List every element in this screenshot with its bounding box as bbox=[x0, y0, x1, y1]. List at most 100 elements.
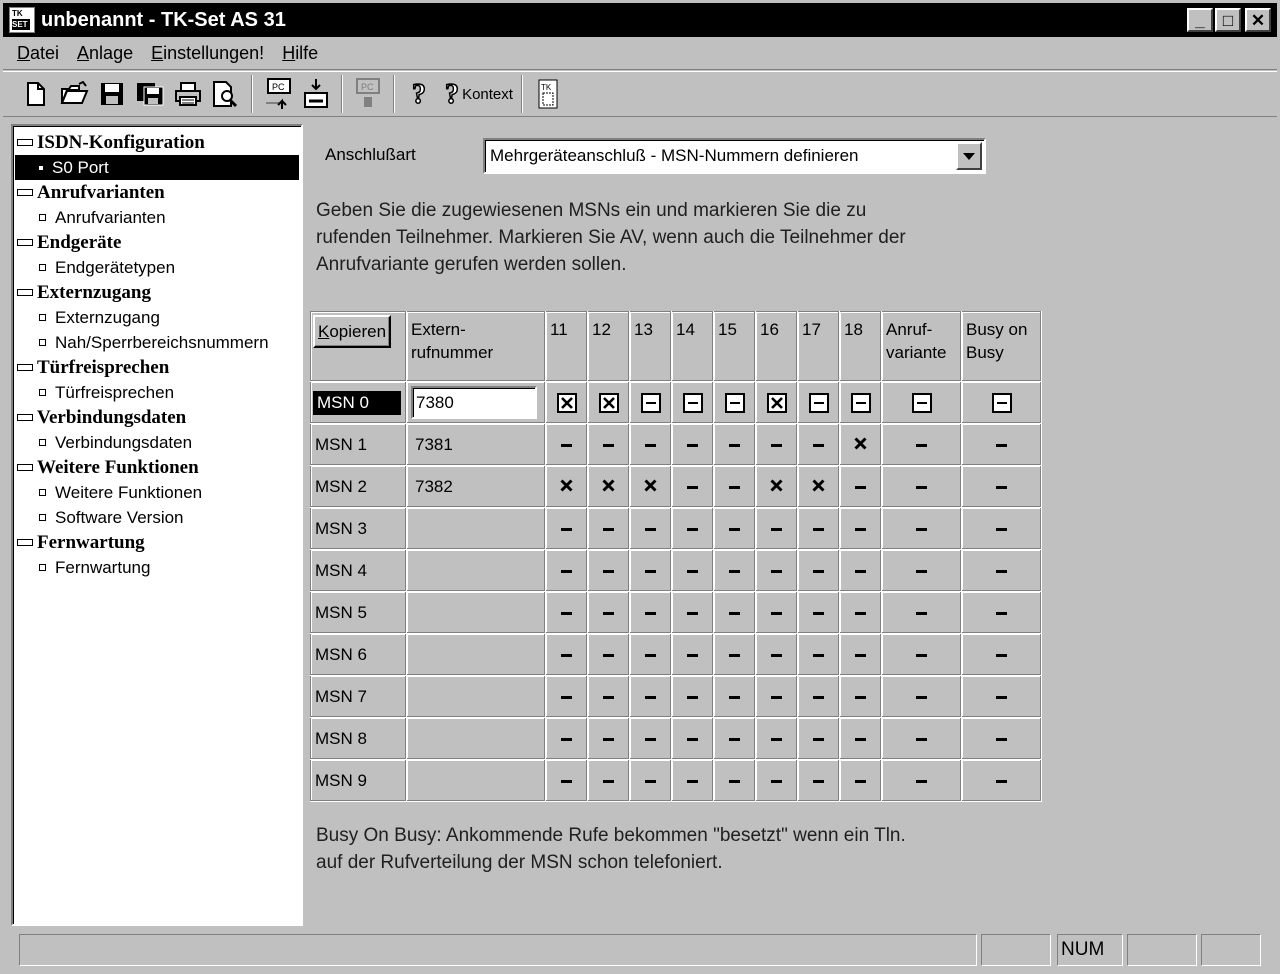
dash-mark-icon[interactable] bbox=[561, 443, 572, 447]
help-icon[interactable]: ? bbox=[401, 77, 439, 111]
dash-mark-icon[interactable] bbox=[729, 527, 740, 531]
participant-cell[interactable] bbox=[671, 675, 714, 718]
anrufvariante-cell[interactable] bbox=[881, 549, 962, 592]
dash-mark-icon[interactable] bbox=[771, 695, 782, 699]
participant-cell[interactable] bbox=[839, 717, 882, 760]
participant-cell[interactable] bbox=[713, 465, 756, 508]
participant-cell[interactable] bbox=[545, 507, 588, 550]
dash-mark-icon[interactable] bbox=[916, 611, 927, 615]
about-icon[interactable]: TK bbox=[529, 77, 567, 111]
participant-cell[interactable] bbox=[629, 465, 672, 508]
msn-cell[interactable]: MSN 3 bbox=[310, 507, 407, 550]
participant-cell[interactable] bbox=[713, 717, 756, 760]
participant-cell[interactable] bbox=[755, 675, 798, 718]
busy-on-busy-cell[interactable] bbox=[961, 465, 1042, 508]
print-icon[interactable] bbox=[169, 77, 207, 111]
dash-mark-icon[interactable] bbox=[645, 653, 656, 657]
tree-item[interactable]: Software Version bbox=[13, 505, 301, 530]
participant-cell[interactable] bbox=[587, 549, 630, 592]
participant-cell[interactable] bbox=[671, 591, 714, 634]
participant-cell[interactable] bbox=[755, 381, 798, 424]
collapse-icon[interactable] bbox=[17, 289, 33, 296]
participant-cell[interactable] bbox=[797, 507, 840, 550]
dash-mark-icon[interactable] bbox=[603, 569, 614, 573]
participant-cell[interactable] bbox=[545, 675, 588, 718]
dash-mark-icon[interactable] bbox=[916, 443, 927, 447]
dash-mark-icon[interactable] bbox=[916, 653, 927, 657]
kopieren-button[interactable]: Kopieren bbox=[313, 315, 392, 348]
dash-mark-icon[interactable] bbox=[813, 653, 824, 657]
busy-on-busy-cell[interactable] bbox=[961, 759, 1042, 802]
anrufvariante-cell[interactable] bbox=[881, 423, 962, 466]
participant-cell[interactable] bbox=[545, 591, 588, 634]
participant-cell[interactable] bbox=[587, 717, 630, 760]
tree-group[interactable]: Anrufvarianten bbox=[13, 180, 301, 205]
collapse-icon[interactable] bbox=[17, 364, 33, 371]
anrufvariante-cell[interactable] bbox=[881, 675, 962, 718]
dash-mark-icon[interactable] bbox=[561, 695, 572, 699]
participant-cell[interactable] bbox=[587, 465, 630, 508]
cross-mark-icon[interactable] bbox=[602, 477, 615, 497]
participant-cell[interactable] bbox=[587, 759, 630, 802]
participant-cell[interactable] bbox=[671, 633, 714, 676]
participant-cell[interactable] bbox=[587, 423, 630, 466]
participant-cell[interactable] bbox=[545, 465, 588, 508]
dash-mark-icon[interactable] bbox=[729, 443, 740, 447]
participant-cell[interactable] bbox=[797, 591, 840, 634]
dash-mark-icon[interactable] bbox=[916, 569, 927, 573]
participant-cell[interactable] bbox=[629, 717, 672, 760]
dash-mark-icon[interactable] bbox=[561, 527, 572, 531]
extern-number-input[interactable]: 7380 bbox=[411, 386, 537, 419]
tree-item[interactable]: Anrufvarianten bbox=[13, 205, 301, 230]
participant-cell[interactable] bbox=[797, 717, 840, 760]
dash-mark-icon[interactable] bbox=[645, 695, 656, 699]
participant-cell[interactable] bbox=[839, 675, 882, 718]
participant-cell[interactable] bbox=[839, 507, 882, 550]
participant-cell[interactable] bbox=[671, 759, 714, 802]
participant-cell[interactable] bbox=[713, 381, 756, 424]
participant-cell[interactable] bbox=[713, 633, 756, 676]
dash-mark-icon[interactable] bbox=[687, 737, 698, 741]
anschluss-select[interactable]: Mehrgeräteanschluß - MSN-Nummern definie… bbox=[483, 138, 986, 174]
dash-mark-icon[interactable] bbox=[729, 779, 740, 783]
dash-mark-icon[interactable] bbox=[687, 569, 698, 573]
collapse-icon[interactable] bbox=[17, 189, 33, 196]
anrufvariante-cell[interactable] bbox=[881, 381, 962, 424]
dash-mark-icon[interactable] bbox=[645, 569, 656, 573]
busy-on-busy-cell[interactable] bbox=[961, 549, 1042, 592]
dash-mark-icon[interactable] bbox=[813, 779, 824, 783]
dash-mark-icon[interactable] bbox=[603, 737, 614, 741]
participant-cell[interactable] bbox=[797, 759, 840, 802]
anrufvariante-cell[interactable] bbox=[881, 717, 962, 760]
maximize-button[interactable]: □ bbox=[1215, 8, 1241, 32]
tree-group[interactable]: Externzugang bbox=[13, 280, 301, 305]
dash-mark-icon[interactable] bbox=[771, 611, 782, 615]
dash-mark-icon[interactable] bbox=[996, 737, 1007, 741]
msn-cell[interactable]: MSN 7 bbox=[310, 675, 407, 718]
dash-mark-icon[interactable] bbox=[561, 569, 572, 573]
extern-number-cell[interactable] bbox=[406, 507, 546, 550]
dash-mark-icon[interactable] bbox=[996, 443, 1007, 447]
participant-cell[interactable] bbox=[839, 549, 882, 592]
menu-anlage[interactable]: Anlage bbox=[68, 43, 142, 64]
participant-cell[interactable] bbox=[713, 423, 756, 466]
participant-cell[interactable] bbox=[587, 381, 630, 424]
cross-mark-icon[interactable] bbox=[644, 477, 657, 497]
dash-mark-icon[interactable] bbox=[813, 569, 824, 573]
dash-mark-icon[interactable] bbox=[916, 527, 927, 531]
participant-cell[interactable] bbox=[755, 507, 798, 550]
dash-mark-icon[interactable] bbox=[729, 485, 740, 489]
dash-mark-icon[interactable] bbox=[813, 737, 824, 741]
collapse-icon[interactable] bbox=[17, 139, 33, 146]
participant-cell[interactable] bbox=[713, 549, 756, 592]
msn-cell[interactable]: MSN 5 bbox=[310, 591, 407, 634]
dash-mark-icon[interactable] bbox=[603, 443, 614, 447]
participant-cell[interactable] bbox=[545, 381, 588, 424]
busy-on-busy-cell[interactable] bbox=[961, 591, 1042, 634]
new-document-icon[interactable] bbox=[17, 77, 55, 111]
participant-cell[interactable] bbox=[587, 507, 630, 550]
dash-mark-icon[interactable] bbox=[603, 695, 614, 699]
busy-on-busy-cell[interactable] bbox=[961, 717, 1042, 760]
checkbox-checked[interactable] bbox=[766, 392, 787, 413]
msn-cell[interactable]: MSN 6 bbox=[310, 633, 407, 676]
